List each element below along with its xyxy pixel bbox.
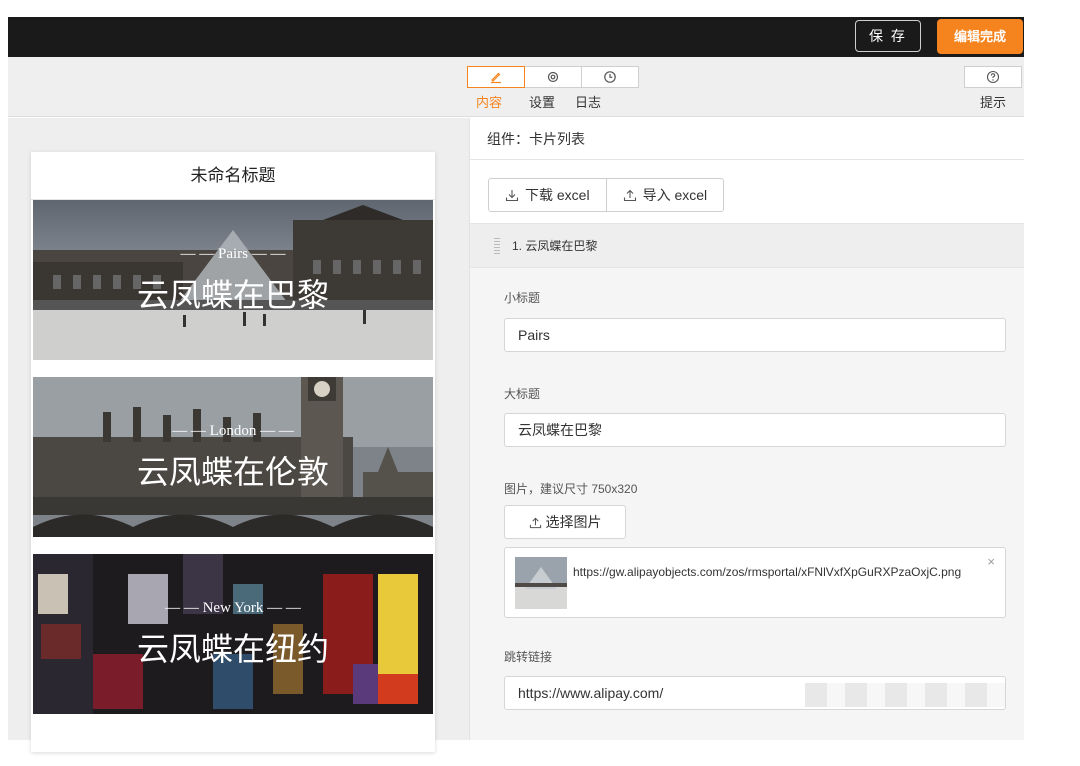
download-icon (505, 190, 519, 202)
save-button[interactable]: 保 存 (855, 20, 921, 52)
title-input[interactable]: 云凤蝶在巴黎 (504, 413, 1006, 447)
item-title: 1. 云凤蝶在巴黎 (512, 239, 598, 253)
card-title: 云凤蝶在巴黎 (136, 277, 329, 313)
hint-label[interactable]: 提示 (980, 92, 1006, 111)
card-item-editor: 1. 云凤蝶在巴黎 小标题 Pairs 大标题 云凤蝶在巴黎 图片，建议尺寸 7… (470, 223, 1024, 740)
file-thumbnail (515, 557, 567, 609)
tab-log-label[interactable]: 日志 (573, 92, 603, 111)
subtitle-input[interactable]: Pairs (504, 318, 1006, 352)
title-label: 大标题 (504, 387, 541, 401)
card-subtitle: — — New York — — (165, 600, 301, 616)
clock-icon (604, 71, 616, 83)
editor-pane: 组件：卡片列表 下载 excel 导入 excel 1. 云凤蝶在巴黎 小标题 … (469, 118, 1024, 740)
choose-image-label: 选择图片 (545, 514, 602, 530)
link-label: 跳转链接 (504, 650, 553, 664)
choose-image-button[interactable]: 选择图片 (504, 505, 626, 539)
card-item[interactable]: — — Pairs — — 云凤蝶在巴黎 (33, 200, 433, 360)
edit-icon (491, 72, 501, 84)
item-header[interactable]: 1. 云凤蝶在巴黎 (470, 224, 1024, 268)
file-url[interactable]: https://gw.alipayobjects.com/zos/rmsport… (573, 563, 978, 582)
import-excel-button[interactable]: 导入 excel (605, 179, 724, 211)
excel-button-group: 下载 excel 导入 excel (488, 178, 725, 212)
settings-icon (547, 71, 559, 83)
page-title: 未命名标题 (31, 152, 435, 200)
phone-preview: 未命名标题 — — Pairs — — 云凤蝶在巴黎 — — London — … (31, 152, 435, 752)
image-label: 图片，建议尺寸 750x320 (504, 482, 638, 496)
link-input[interactable]: https://www.alipay.com/ (504, 676, 1006, 710)
tab-settings-label[interactable]: 设置 (527, 92, 557, 111)
tab-log[interactable] (581, 66, 639, 88)
redacted-region (805, 683, 1005, 707)
tab-group (467, 66, 639, 88)
download-excel-button[interactable]: 下载 excel (489, 179, 606, 211)
close-icon[interactable]: × (987, 554, 995, 569)
help-icon (986, 70, 1000, 84)
card-item[interactable]: — — London — — 云凤蝶在伦敦 (33, 377, 433, 537)
card-subtitle: — — Pairs — — (180, 246, 286, 262)
finish-editing-button[interactable]: 编辑完成 (937, 19, 1023, 54)
component-header: 组件：卡片列表 (470, 118, 1024, 160)
card-item[interactable]: — — New York — — 云凤蝶在纽约 (33, 554, 433, 714)
card-title: 云凤蝶在纽约 (136, 631, 329, 667)
tab-settings[interactable] (524, 66, 582, 88)
import-excel-label: 导入 excel (642, 187, 708, 203)
card-subtitle: — — London — — (172, 423, 294, 439)
tab-content-label[interactable]: 内容 (467, 92, 511, 111)
tab-labels: 内容 设置 日志 (467, 92, 601, 111)
uploaded-file: https://gw.alipayobjects.com/zos/rmsport… (504, 547, 1006, 618)
tab-content[interactable] (467, 66, 525, 88)
download-excel-label: 下载 excel (525, 187, 590, 203)
drag-handle-icon[interactable] (494, 238, 500, 254)
card-title: 云凤蝶在伦敦 (136, 454, 329, 490)
upload-icon (623, 189, 636, 202)
upload-icon (529, 517, 541, 529)
subtitle-label: 小标题 (504, 291, 541, 305)
hint-button[interactable] (964, 66, 1022, 88)
link-value: https://www.alipay.com/ (518, 685, 664, 701)
